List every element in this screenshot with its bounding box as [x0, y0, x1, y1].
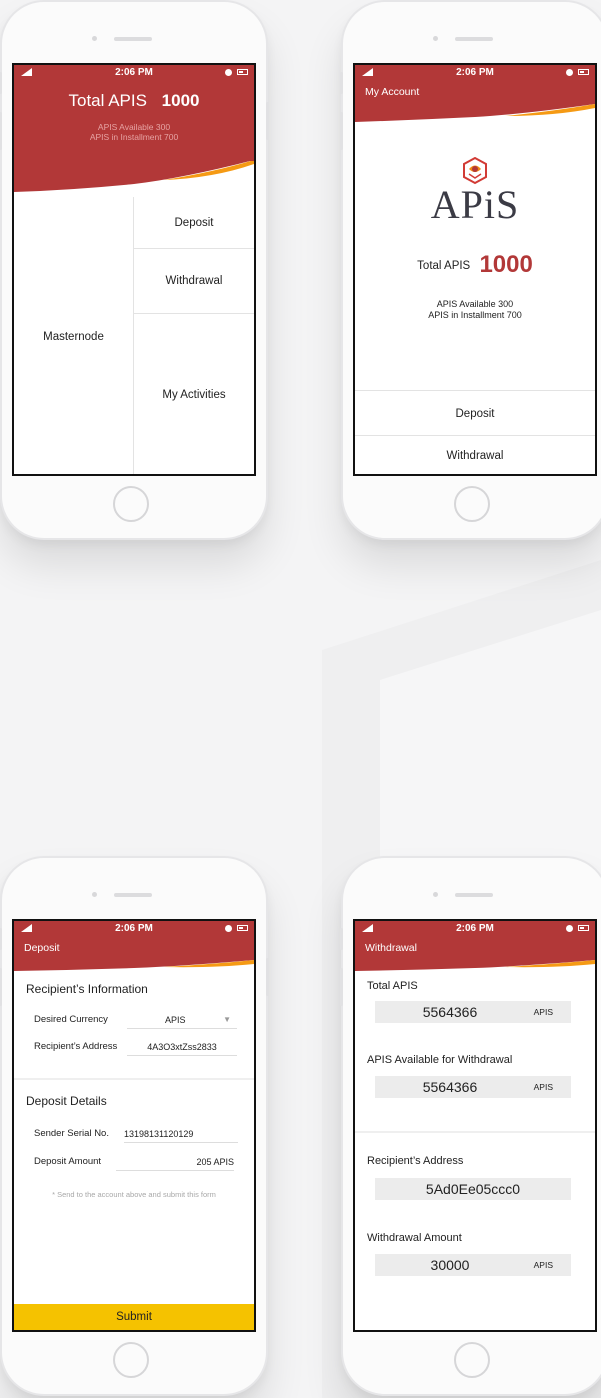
- phone-my-account: 2:06 PM My Account APiS Total APIS 1000 …: [340, 0, 601, 540]
- page-title: Withdrawal: [365, 942, 417, 954]
- total-apis-value: 1000: [479, 251, 533, 278]
- available-box: 5564366 APIS: [375, 1076, 571, 1098]
- currency-value: APIS: [165, 1015, 186, 1025]
- header-swoosh: [355, 960, 595, 974]
- alarm-icon: [225, 925, 232, 932]
- amount-unit: APIS: [533, 1260, 553, 1270]
- address-field[interactable]: 4A3O3xtZss2833: [127, 1042, 237, 1056]
- total-apis-value: 1000: [161, 91, 200, 110]
- address-label: Recipient’s Address: [367, 1155, 464, 1167]
- currency-label: Desired Currency: [34, 1014, 108, 1025]
- apis-available: APIS Available 300: [436, 299, 514, 309]
- address-field[interactable]: 5Ad0Ee05ccc0: [375, 1178, 571, 1200]
- available-label: APIS Available for Withdrawal: [367, 1054, 513, 1066]
- alarm-icon: [566, 69, 573, 76]
- account-screen: 2:06 PM My Account APiS Total APIS 1000 …: [353, 63, 597, 476]
- page-title: Deposit: [24, 942, 60, 954]
- status-bar: 2:06 PM: [14, 65, 254, 81]
- battery-icon: [237, 925, 248, 931]
- apis-available: APIS Available 300: [97, 122, 171, 132]
- available-value: 5564366: [422, 1079, 478, 1095]
- total-apis-label: Total APIS: [367, 980, 418, 992]
- status-bar: 2:06 PM: [14, 921, 254, 937]
- phone-dashboard: 2:06 PM Total APIS 1000 APIS Available 3…: [0, 0, 269, 540]
- deposit-button[interactable]: Deposit: [134, 197, 254, 249]
- details-section-title: Deposit Details: [26, 1094, 107, 1108]
- address-value: 5Ad0Ee05ccc0: [425, 1181, 521, 1197]
- recipient-section-title: Recipient’s Information: [26, 982, 148, 996]
- battery-icon: [578, 69, 589, 75]
- alarm-icon: [566, 925, 573, 932]
- amount-label: Withdrawal Amount: [367, 1232, 462, 1244]
- deposit-screen: 2:06 PM Deposit Recipient’s Information …: [12, 919, 256, 1332]
- battery-icon: [237, 69, 248, 75]
- amount-label: Deposit Amount: [34, 1156, 102, 1167]
- apis-installment: APIS in Installment 700: [428, 310, 522, 320]
- header-swoosh: [14, 960, 254, 974]
- status-time: 2:06 PM: [456, 67, 494, 78]
- deposit-note: * Send to the account above and submit t…: [52, 1190, 216, 1199]
- withdrawal-button[interactable]: Withdrawal: [355, 435, 595, 474]
- home-button[interactable]: [113, 1342, 149, 1378]
- total-apis: Total APIS 1000: [14, 91, 254, 111]
- total-apis-unit: APIS: [533, 1007, 553, 1017]
- page-title: My Account: [365, 86, 420, 98]
- my-activities-button[interactable]: My Activities: [134, 314, 254, 474]
- submit-button[interactable]: Submit: [14, 1304, 254, 1330]
- phone-withdrawal: 2:06 PM Withdrawal Total APIS 5564366 AP…: [340, 856, 601, 1396]
- status-bar: 2:06 PM: [355, 921, 595, 937]
- dashboard-menu: Masternode Deposit Withdrawal My Activit…: [14, 197, 254, 474]
- total-apis: Total APIS 1000: [355, 251, 595, 279]
- alarm-icon: [225, 69, 232, 76]
- home-button[interactable]: [454, 486, 490, 522]
- home-button[interactable]: [113, 486, 149, 522]
- total-apis-label: Total APIS: [417, 260, 471, 272]
- status-time: 2:06 PM: [456, 923, 494, 934]
- dashboard-screen: 2:06 PM Total APIS 1000 APIS Available 3…: [12, 63, 256, 476]
- status-bar: 2:06 PM: [355, 65, 595, 81]
- available-unit: APIS: [533, 1082, 553, 1092]
- withdrawal-header: 2:06 PM Withdrawal: [355, 921, 595, 961]
- status-time: 2:06 PM: [115, 67, 153, 78]
- chevron-down-icon: ▼: [223, 1015, 231, 1024]
- serial-field[interactable]: 13198131120129: [124, 1129, 238, 1143]
- section-divider: [355, 1131, 595, 1133]
- currency-select[interactable]: APIS ▼: [127, 1015, 237, 1029]
- header-swoosh: [355, 104, 595, 126]
- address-label: Recipient’s Address: [34, 1041, 118, 1052]
- apis-logo-text: APiS: [430, 182, 520, 227]
- section-divider: [14, 1078, 254, 1080]
- deposit-button[interactable]: Deposit: [355, 390, 595, 436]
- battery-icon: [578, 925, 589, 931]
- status-time: 2:06 PM: [115, 923, 153, 934]
- amount-value: 30000: [430, 1257, 470, 1273]
- masternode-button[interactable]: Masternode: [14, 197, 134, 474]
- withdrawal-screen: 2:06 PM Withdrawal Total APIS 5564366 AP…: [353, 919, 597, 1332]
- withdrawal-button[interactable]: Withdrawal: [134, 249, 254, 314]
- home-button[interactable]: [454, 1342, 490, 1378]
- phone-deposit: 2:06 PM Deposit Recipient’s Information …: [0, 856, 269, 1396]
- total-apis-label: Total APIS: [68, 91, 147, 110]
- dashboard-header: 2:06 PM Total APIS 1000 APIS Available 3…: [14, 65, 254, 161]
- total-apis-box: 5564366 APIS: [375, 1001, 571, 1023]
- apis-installment: APIS in Installment 700: [89, 132, 179, 142]
- header-swoosh: [14, 160, 254, 200]
- amount-field[interactable]: 205 APIS: [116, 1157, 234, 1171]
- apis-logo: APiS: [355, 157, 595, 228]
- amount-field[interactable]: 30000 APIS: [375, 1254, 571, 1276]
- account-header: 2:06 PM My Account: [355, 65, 595, 105]
- total-apis-value: 5564366: [422, 1004, 478, 1020]
- serial-label: Sender Serial No.: [34, 1128, 109, 1139]
- deposit-header: 2:06 PM Deposit: [14, 921, 254, 961]
